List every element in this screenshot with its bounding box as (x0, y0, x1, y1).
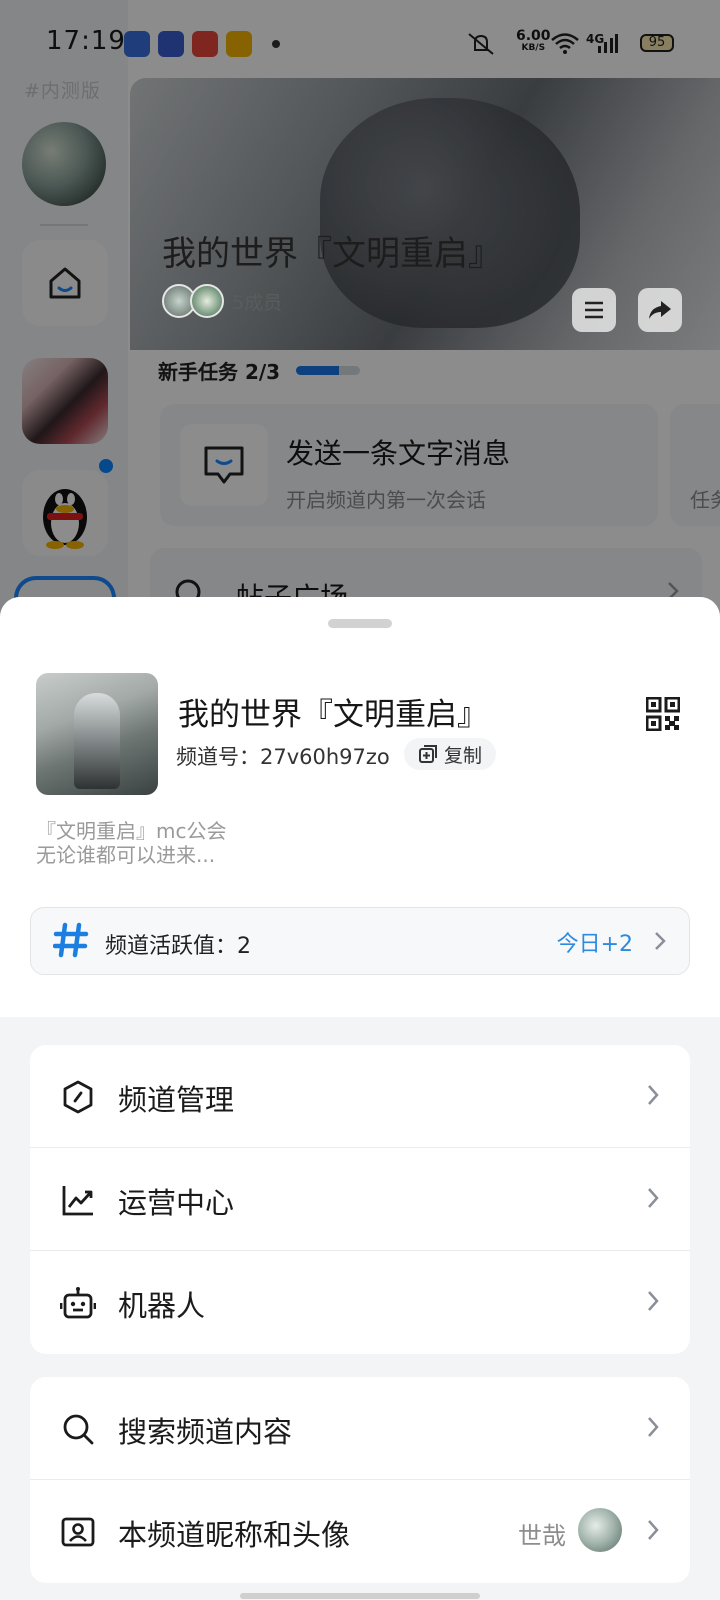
home-indicator[interactable] (240, 1593, 480, 1599)
robot-icon (60, 1287, 96, 1319)
channel-header-panel: 我的世界『文明重启』 频道号：27v60h97zo 复制 『文明重启』mc公会 … (0, 597, 720, 1017)
channel-id: 频道号：27v60h97zo (176, 745, 390, 769)
chart-icon (62, 1186, 93, 1216)
nickname-value: 世哉 (518, 1522, 566, 1550)
menu-icon (585, 301, 603, 319)
row-nickname-avatar[interactable]: 本频道昵称和头像 世哉 (30, 1480, 690, 1583)
banner-members[interactable]: 5成员 (162, 284, 282, 318)
hash-icon (53, 922, 89, 958)
description-line: 『文明重启』mc公会 (36, 819, 227, 843)
drag-handle[interactable] (328, 619, 392, 628)
avatar (578, 1508, 622, 1552)
settings-group-1: 频道管理 运营中心 机器人 (30, 1045, 690, 1354)
activity-row[interactable]: 频道活跃值：2 今日+2 (30, 907, 690, 975)
chevron-right-icon (648, 1520, 659, 1540)
activity-label: 频道活跃值：2 (105, 934, 251, 959)
search-icon (63, 1414, 94, 1445)
chevron-right-icon (655, 932, 666, 950)
chevron-right-icon (648, 1417, 659, 1437)
chevron-right-icon (648, 1188, 659, 1208)
row-channel-management[interactable]: 频道管理 (30, 1045, 690, 1148)
description-line: 无论谁都可以进来... (36, 843, 216, 867)
settings-group-2: 搜索频道内容 本频道昵称和头像 世哉 (30, 1377, 690, 1583)
channel-info-sheet: 我的世界『文明重启』 频道号：27v60h97zo 复制 『文明重启』mc公会 … (0, 597, 720, 1600)
row-operations-center[interactable]: 运营中心 (30, 1148, 690, 1251)
banner-title: 我的世界『文明重启』 (162, 234, 502, 274)
row-robot[interactable]: 机器人 (30, 1251, 690, 1354)
row-label: 本频道昵称和头像 (118, 1518, 351, 1552)
channel-name: 我的世界『文明重启』 (178, 697, 488, 733)
activity-today: 今日+2 (556, 932, 633, 957)
menu-button[interactable] (572, 288, 616, 332)
copy-label: 复制 (443, 744, 482, 767)
chevron-right-icon (648, 1085, 659, 1105)
channel-description: 『文明重启』mc公会 无论谁都可以进来... (36, 819, 226, 867)
row-search-content[interactable]: 搜索频道内容 (30, 1377, 690, 1480)
row-label: 运营中心 (118, 1186, 235, 1220)
profile-card-icon (61, 1517, 95, 1547)
copy-button[interactable]: 复制 (404, 738, 496, 770)
copy-icon (418, 745, 437, 763)
row-label: 机器人 (118, 1289, 206, 1323)
shield-icon (63, 1080, 93, 1114)
row-label: 搜索频道内容 (118, 1415, 293, 1449)
share-button[interactable] (638, 288, 682, 332)
chevron-right-icon (648, 1291, 659, 1311)
share-icon (649, 301, 671, 319)
row-label: 频道管理 (118, 1083, 235, 1117)
qr-code-icon[interactable] (646, 697, 680, 731)
channel-avatar[interactable] (36, 673, 158, 795)
member-avatar (190, 284, 224, 318)
members-count: 5成员 (232, 291, 283, 314)
